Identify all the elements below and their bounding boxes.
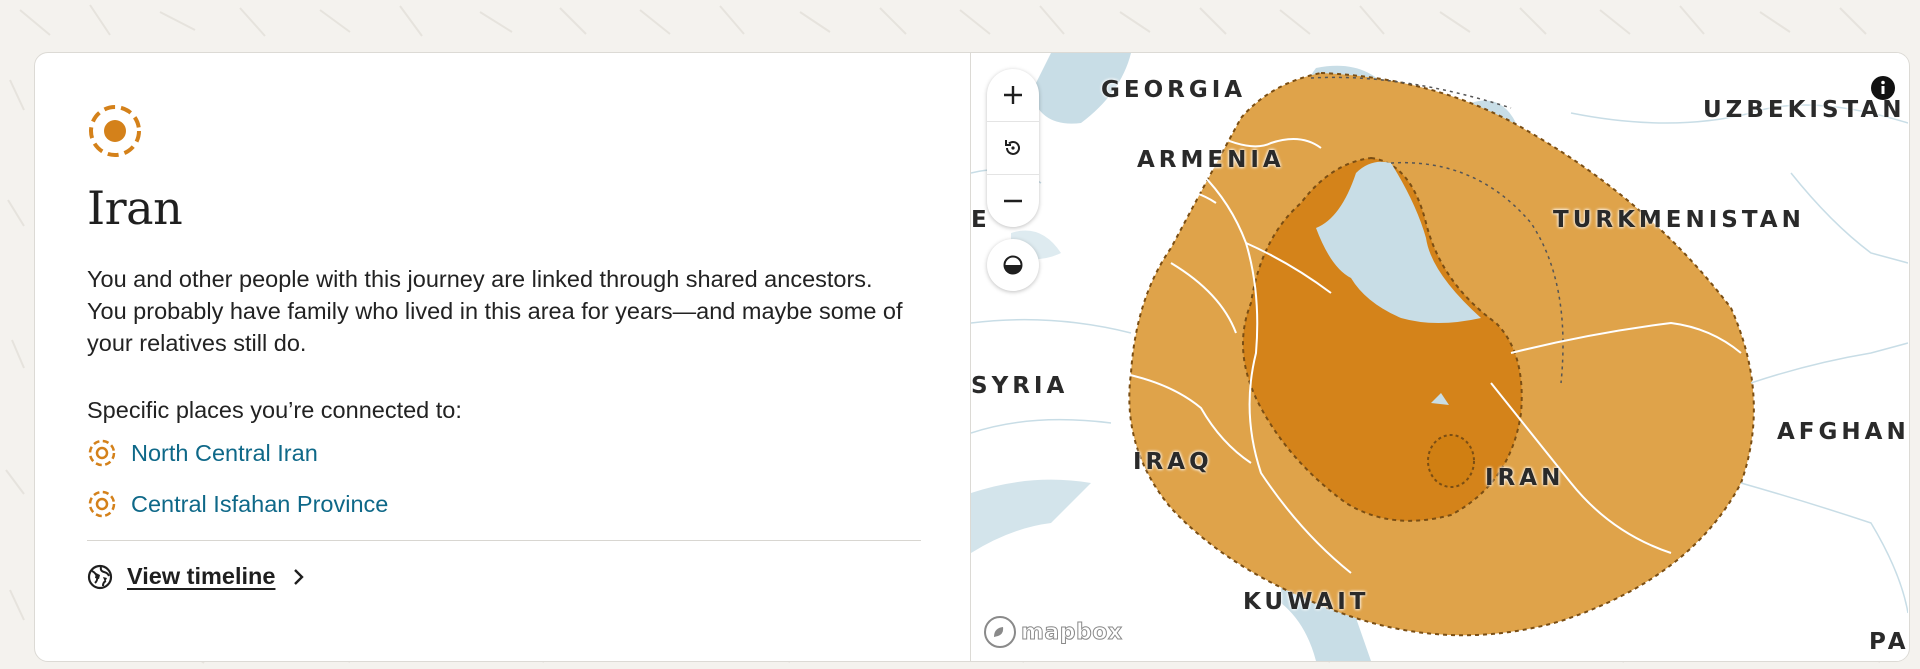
region-description: You and other people with this journey a… xyxy=(87,266,903,356)
place-link-label[interactable]: North Central Iran xyxy=(131,440,318,467)
mapbox-logo-text: mapbox xyxy=(1021,619,1123,645)
map-label-armenia: ARMENIA xyxy=(1137,147,1285,173)
view-timeline-label[interactable]: View timeline xyxy=(127,563,275,590)
minus-icon xyxy=(1004,199,1022,203)
map-label-turkmenistan: TURKMENISTAN xyxy=(1553,207,1805,233)
chevron-right-icon xyxy=(294,568,305,585)
divider xyxy=(87,540,921,541)
map-label-pakistan: PA xyxy=(1869,629,1908,655)
map-base xyxy=(971,53,1908,661)
zoom-out-button[interactable] xyxy=(987,174,1039,227)
places-heading: Specific places you’re connected to: xyxy=(87,397,462,423)
region-target-icon xyxy=(88,439,116,467)
plus-icon xyxy=(1004,86,1022,104)
map-zoom-controls xyxy=(987,69,1039,227)
region-title: Iran xyxy=(87,181,183,235)
place-link-label[interactable]: Central Isfahan Province xyxy=(131,491,388,518)
view-timeline-link[interactable]: View timeline xyxy=(87,563,918,590)
region-info-panel: Iran You and other people with this jour… xyxy=(35,53,971,661)
map-label-iraq: IRAQ xyxy=(1133,449,1213,475)
contrast-toggle-button[interactable] xyxy=(987,239,1039,291)
map-label-kuwait: KUWAIT xyxy=(1243,589,1370,615)
map-label-afghanistan: AFGHAN xyxy=(1777,419,1908,445)
contrast-icon xyxy=(1003,255,1023,275)
globe-icon xyxy=(87,564,113,589)
map-label-iran: IRAN xyxy=(1485,465,1565,491)
reset-view-button[interactable] xyxy=(987,121,1039,174)
map-label-syria: SYRIA xyxy=(971,373,1069,399)
region-map[interactable]: GEORGIA ARMENIA UZBEKISTAN TURKMENISTAN … xyxy=(971,53,1908,661)
place-link-north-central-iran[interactable]: North Central Iran xyxy=(87,438,918,468)
region-card: Iran You and other people with this jour… xyxy=(34,52,1910,662)
region-target-icon xyxy=(89,105,141,157)
map-label-georgia: GEORGIA xyxy=(1101,77,1247,103)
rotate-reset-icon xyxy=(1005,140,1020,155)
mapbox-logo-icon xyxy=(984,616,1016,648)
info-icon[interactable] xyxy=(1870,75,1896,101)
zoom-in-button[interactable] xyxy=(987,69,1039,121)
region-target-icon xyxy=(88,490,116,518)
mapbox-attribution[interactable]: mapbox xyxy=(983,615,1123,649)
place-link-central-isfahan[interactable]: Central Isfahan Province xyxy=(87,489,918,519)
